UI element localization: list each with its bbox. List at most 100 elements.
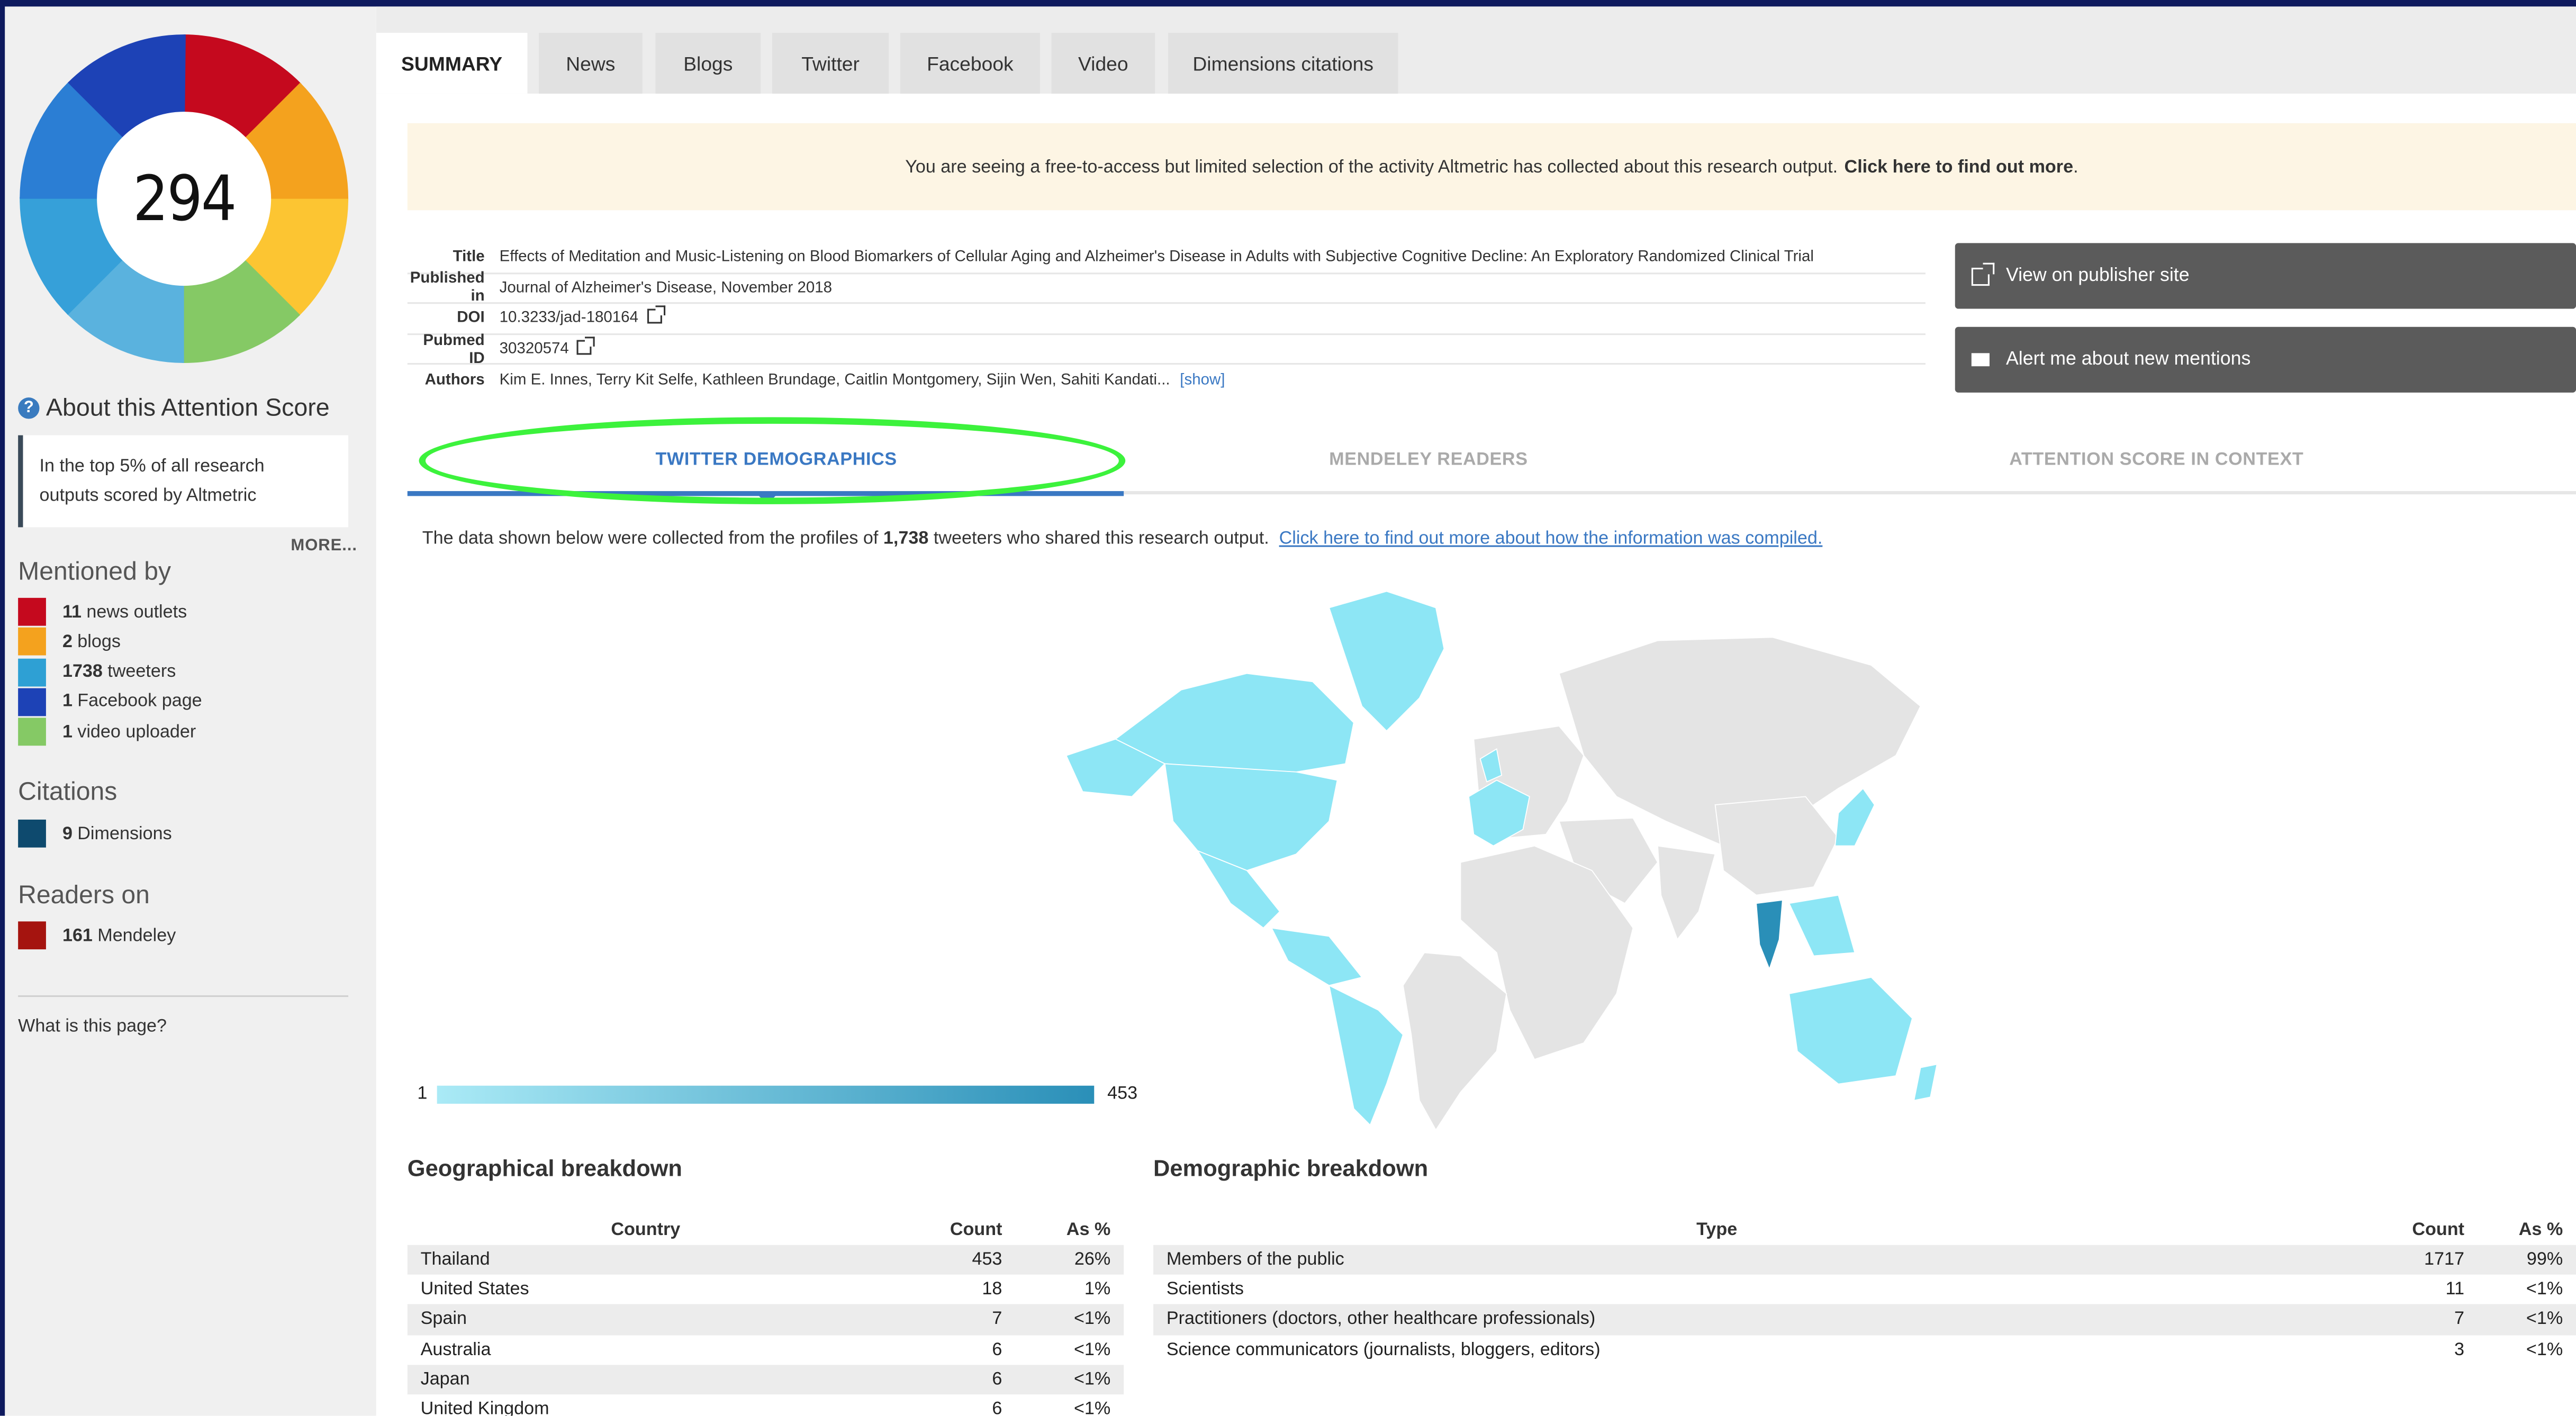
intro-post: tweeters who shared this research output… — [933, 529, 1269, 549]
mentioned-item[interactable]: 1738 tweeters — [18, 658, 176, 686]
readers-item[interactable]: 161 Mendeley — [18, 921, 176, 950]
geo-cell: 6 — [992, 1339, 1002, 1360]
subtab-attention-context[interactable]: ATTENTION SCORE IN CONTEXT — [2009, 450, 2303, 469]
demo-header-type: Type — [1696, 1220, 1738, 1240]
meta-pubmed-value[interactable]: 30320574 — [500, 337, 595, 358]
legend-label: tweeters — [107, 662, 176, 682]
legend-swatch — [18, 921, 46, 950]
about-title: About this Attention Score — [46, 394, 330, 422]
legend-count: 1738 — [62, 662, 103, 682]
legend-label: news outlets — [86, 602, 187, 622]
geo-cell: <1% — [1073, 1339, 1111, 1360]
map-se-asia — [1788, 894, 1856, 957]
highlight-annotation-oval — [419, 417, 1126, 504]
meta-label: Pubmed ID — [423, 331, 485, 367]
demo-cell: 7 — [2454, 1310, 2464, 1330]
geo-rows: Thailand 453 26% United States 18 1% Spain 7 <1%… — [407, 1245, 1124, 1416]
map-china — [1714, 796, 1839, 896]
legend-count: 1 — [62, 692, 73, 712]
table-row: Science communicators (journalists, blog… — [1153, 1335, 2576, 1364]
alert-mentions-label: Alert me about new mentions — [2005, 350, 2251, 370]
legend-swatch — [18, 688, 46, 716]
tab-facebook[interactable]: Facebook — [900, 33, 1040, 94]
geo-cell: 18 — [982, 1279, 1002, 1300]
geo-cell: Japan — [420, 1369, 470, 1390]
tab-bar: SUMMARY News Blogs Twitter Facebook Vide… — [376, 6, 2576, 94]
mentioned-item[interactable]: 1 video uploader — [18, 718, 196, 746]
geo-cell: United States — [420, 1279, 529, 1300]
tab-dimensions-citations[interactable]: Dimensions citations — [1168, 33, 1398, 94]
tab-news[interactable]: News — [539, 33, 643, 94]
external-link-icon[interactable] — [577, 337, 595, 355]
geo-header-percent: As % — [1066, 1220, 1111, 1240]
legend-count: 9 — [62, 823, 73, 843]
table-row: Australia 6 <1% — [408, 1335, 1124, 1364]
tab-summary[interactable]: SUMMARY — [376, 33, 528, 94]
readers-title: Readers on — [18, 882, 150, 910]
mentioned-item[interactable]: 1 Facebook page — [18, 688, 202, 716]
notice-link[interactable]: Click here to find out more — [1845, 157, 2074, 176]
mentioned-item[interactable]: 11 news outlets — [18, 597, 187, 626]
demo-cell: Members of the public — [1166, 1250, 1344, 1270]
score-context-line2: outputs scored by Altmetric — [39, 486, 257, 506]
legend-swatch — [18, 628, 46, 656]
meta-title-value: Effects of Meditation and Music-Listenin… — [499, 248, 1814, 267]
table-row: United States 18 1% — [408, 1275, 1124, 1304]
legend-label: Mendeley — [97, 925, 176, 946]
about-attention-score[interactable]: ? About this Attention Score — [18, 394, 330, 422]
demo-header-percent: As % — [2518, 1220, 2563, 1240]
geo-cell: 453 — [972, 1250, 1002, 1270]
world-map[interactable] — [1066, 575, 1937, 1133]
geo-cell: 1% — [1084, 1279, 1111, 1300]
geo-cell: 6 — [992, 1399, 1002, 1416]
meta-label: Title — [453, 248, 485, 267]
doi-text[interactable]: 10.3233/jad-180164 — [500, 310, 638, 328]
view-publisher-button[interactable]: View on publisher site — [1955, 243, 2576, 309]
demo-breakdown-table: Type Count As % Members of the public 171… — [1153, 1215, 2576, 1365]
demo-cell: 99% — [2526, 1250, 2563, 1270]
envelope-icon — [1971, 353, 1990, 367]
map-scale-bar — [437, 1085, 1095, 1104]
external-link-icon[interactable] — [646, 306, 665, 324]
intro-count: 1,738 — [883, 529, 929, 549]
demo-cell: <1% — [2526, 1279, 2563, 1300]
geo-cell: Thailand — [420, 1250, 490, 1270]
tab-blogs[interactable]: Blogs — [655, 33, 761, 94]
map-central-america — [1270, 927, 1363, 986]
what-is-this-page-link[interactable]: What is this page? — [18, 1016, 167, 1036]
sidebar: 294 ? About this Attention Score In the … — [5, 6, 376, 1416]
alert-mentions-button[interactable]: Alert me about new mentions — [1955, 326, 2576, 393]
subtab-mendeley-readers[interactable]: MENDELEY READERS — [1329, 450, 1527, 469]
demo-cell: 1717 — [2424, 1250, 2464, 1270]
demo-breakdown-title: Demographic breakdown — [1153, 1155, 1429, 1181]
map-greenland — [1328, 591, 1445, 732]
map-south-america-shape — [1402, 952, 1507, 1131]
meta-authors-value: Kim E. Innes, Terry Kit Selfe, Kathleen … — [499, 371, 1170, 390]
meta-label: DOI — [457, 310, 485, 328]
meta-doi-value[interactable]: 10.3233/jad-180164 — [500, 306, 665, 328]
main-panel: SUMMARY News Blogs Twitter Facebook Vide… — [376, 6, 2576, 1416]
sidebar-divider — [18, 995, 349, 997]
map-australia — [1788, 976, 1913, 1085]
geo-cell: <1% — [1073, 1369, 1111, 1390]
geo-cell: United Kingdom — [420, 1399, 549, 1416]
notice-text: You are seeing a free-to-access but limi… — [905, 157, 1838, 177]
meta-published-value: Journal of Alzheimer's Disease, November… — [499, 279, 833, 297]
metadata-table: Title Effects of Meditation and Music-Li… — [407, 243, 1926, 396]
pubmed-text[interactable]: 30320574 — [500, 340, 569, 358]
mentioned-item[interactable]: 2 blogs — [18, 628, 121, 656]
meta-row-doi: DOI 10.3233/jad-180164 — [407, 304, 1926, 335]
citations-item[interactable]: 9 Dimensions — [18, 819, 172, 848]
tab-twitter[interactable]: Twitter — [772, 33, 889, 94]
map-scale-min: 1 — [417, 1084, 428, 1104]
demo-cell: Scientists — [1166, 1279, 1244, 1300]
legend-label: Facebook page — [77, 692, 202, 712]
meta-row-pubmed: Pubmed ID 30320574 — [407, 331, 1926, 367]
tab-video[interactable]: Video — [1051, 33, 1155, 94]
legend-swatch — [18, 597, 46, 626]
notice-end: . — [2073, 157, 2078, 177]
show-authors-link[interactable]: [show] — [1180, 371, 1225, 389]
more-link[interactable]: MORE... — [291, 537, 357, 555]
intro-more-link[interactable]: Click here to find out more about how th… — [1279, 529, 1823, 548]
map-argentina-chile — [1328, 984, 1404, 1126]
